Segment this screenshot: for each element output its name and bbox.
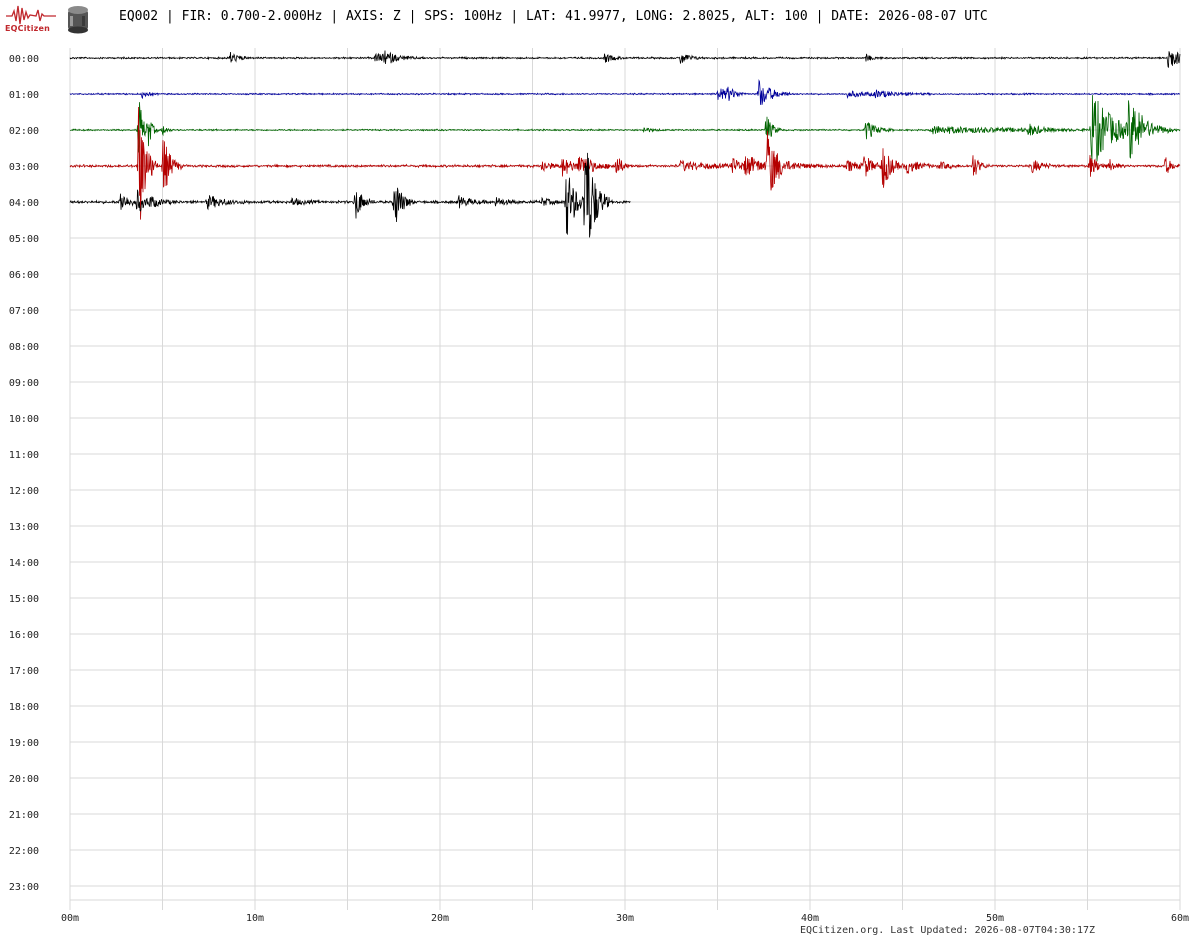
- hour-label: 03:00: [9, 162, 39, 173]
- hour-label: 05:00: [9, 234, 39, 245]
- last-updated-footer: EQCitizen.org. Last Updated: 2026-08-07T…: [800, 925, 1096, 936]
- helicorder-plot: 00:00 01:00 02:00 03:00 04:00 05:00 06:00 07:00…: [9, 48, 1189, 924]
- hour-label: 17:00: [9, 666, 39, 677]
- hour-label: 18:00: [9, 702, 39, 713]
- grid: [69, 48, 1181, 910]
- hour-label: 20:00: [9, 774, 39, 785]
- hour-label: 00:00: [9, 54, 39, 65]
- hour-label: 15:00: [9, 594, 39, 605]
- hour-label: 02:00: [9, 126, 39, 137]
- minute-label: 20m: [431, 913, 449, 924]
- hour-label: 12:00: [9, 486, 39, 497]
- minute-label: 10m: [246, 913, 264, 924]
- hour-label: 11:00: [9, 450, 39, 461]
- minute-label: 50m: [986, 913, 1004, 924]
- minute-labels: 00m 10m 20m 30m 40m 50m 60m: [61, 913, 1189, 924]
- hour-label: 13:00: [9, 522, 39, 533]
- hour-label: 16:00: [9, 630, 39, 641]
- hour-label: 22:00: [9, 846, 39, 857]
- hour-label: 23:00: [9, 882, 39, 893]
- hour-label: 14:00: [9, 558, 39, 569]
- minute-label: 40m: [801, 913, 819, 924]
- minute-label: 00m: [61, 913, 79, 924]
- hour-labels: 00:00 01:00 02:00 03:00 04:00 05:00 06:00 07:00…: [9, 54, 39, 893]
- hour-label: 19:00: [9, 738, 39, 749]
- minute-label: 30m: [616, 913, 634, 924]
- hour-label: 07:00: [9, 306, 39, 317]
- hour-label: 08:00: [9, 342, 39, 353]
- minute-label: 60m: [1171, 913, 1189, 924]
- hour-label: 04:00: [9, 198, 39, 209]
- hour-label: 21:00: [9, 810, 39, 821]
- hour-label: 10:00: [9, 414, 39, 425]
- hour-label: 09:00: [9, 378, 39, 389]
- hour-label: 06:00: [9, 270, 39, 281]
- hour-label: 01:00: [9, 90, 39, 101]
